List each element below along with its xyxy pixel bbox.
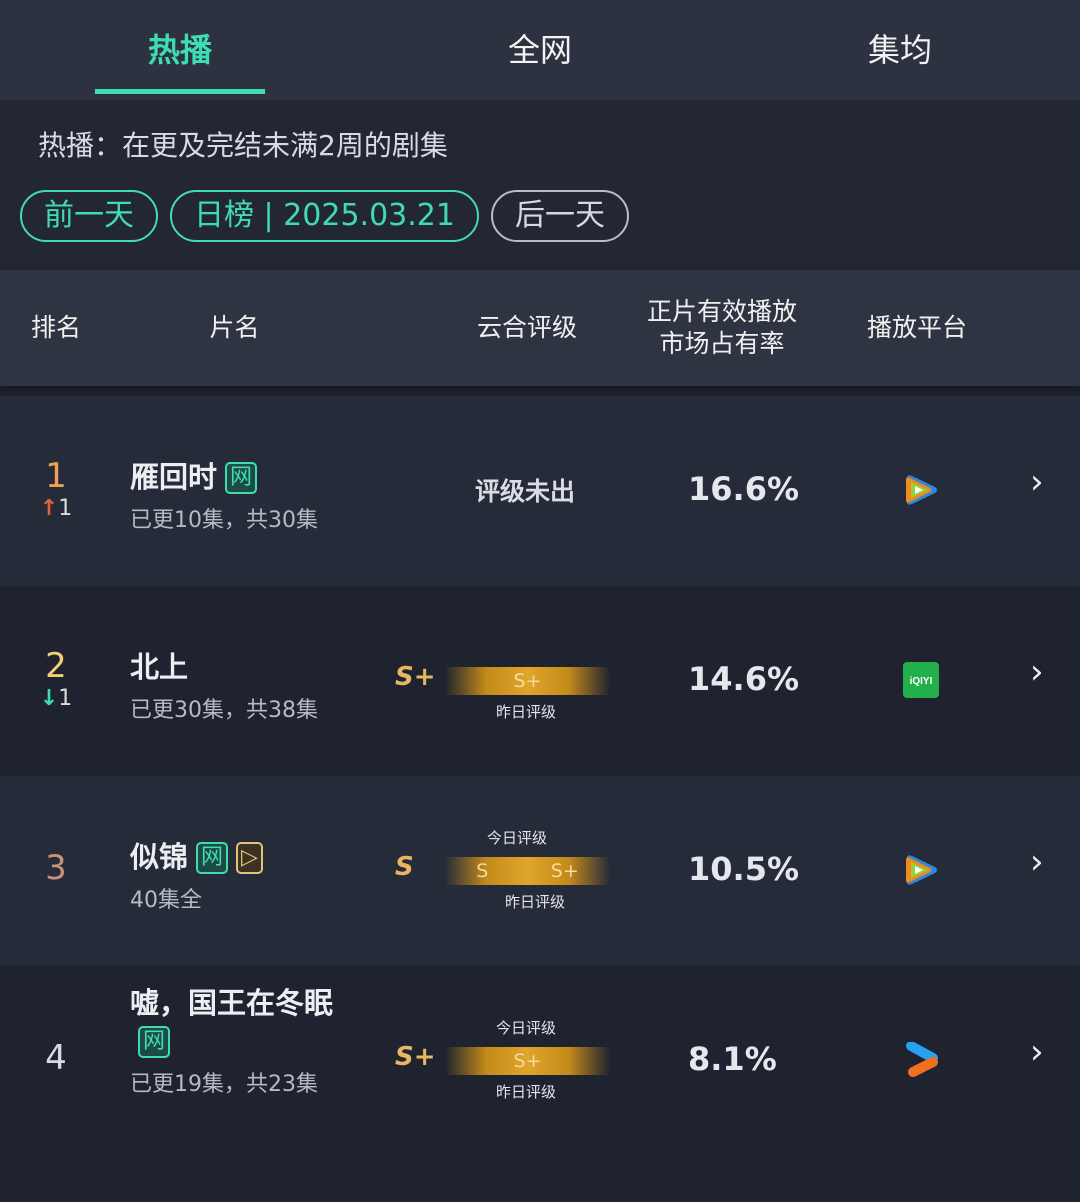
- tab-all-network[interactable]: 全网: [360, 0, 720, 100]
- chevron-right-icon[interactable]: ›: [1030, 1032, 1044, 1072]
- rating-bar-label: S: [476, 860, 489, 882]
- chevron-right-icon[interactable]: ›: [1030, 842, 1044, 882]
- rating-bar-area: S S+ 今日评级 昨日评级: [395, 821, 655, 921]
- today-rating-label: 今日评级: [486, 829, 547, 847]
- col-rank: 排名: [30, 313, 81, 342]
- title-cell: 北上已更30集，共38集: [130, 648, 360, 724]
- table-row[interactable]: 1 ↑1 雁回时网已更10集，共30集 评级未出 16.6% ›: [0, 396, 1080, 586]
- rating-bar: S+: [445, 667, 610, 695]
- next-day-button[interactable]: 后一天: [490, 190, 629, 242]
- ranking-list: 1 ↑1 雁回时网已更10集，共30集 评级未出 16.6% › 2 ↓1 北上 已更30集，共3…: [0, 396, 1080, 1156]
- episode-info: 已更30集，共38集: [130, 698, 318, 723]
- title-cell: 雁回时网已更10集，共30集: [130, 458, 360, 534]
- rank-number: 3: [45, 848, 67, 888]
- table-row[interactable]: 3 似锦网 ▷ 40集全 S S S+ 今日评级昨日评级 10.5% ›: [0, 776, 1080, 966]
- chevron-right-icon[interactable]: ›: [1030, 462, 1044, 502]
- rating-bar-label: S+: [513, 1050, 542, 1072]
- rating-bar-area: S+ 今日评级昨日评级: [395, 1011, 655, 1111]
- title-cell: 嘘，国王在冬眠网已更19集，共23集: [130, 984, 360, 1098]
- arrow-up-icon: ↑: [39, 496, 59, 521]
- rank-number: 1: [45, 456, 67, 496]
- rating-bar: S S+: [445, 857, 610, 885]
- rating-bar-area: S+ 昨日评级: [395, 631, 655, 731]
- tencent-video-icon[interactable]: [903, 472, 939, 508]
- yesterday-rating-label: 昨日评级: [495, 1083, 556, 1101]
- chevron-right-icon[interactable]: ›: [1030, 652, 1044, 692]
- rank-cell: 4: [36, 1038, 76, 1078]
- col-market-share: 正片有效播放 市场占有率: [646, 297, 797, 358]
- iqiyi-icon[interactable]: iQIYI: [903, 662, 939, 698]
- tencent-video-icon[interactable]: [903, 852, 939, 888]
- drama-title[interactable]: 似锦网 ▷: [130, 838, 360, 876]
- subtitle: 热播：在更及完结未满2周的剧集: [38, 129, 448, 162]
- svg-text:iQIYI: iQIYI: [910, 676, 933, 687]
- market-share: 8.1%: [688, 1040, 777, 1078]
- prev-day-button[interactable]: 前一天: [20, 190, 158, 242]
- rating-pending: 评级未出: [475, 477, 576, 506]
- episode-info: 40集全: [130, 888, 202, 913]
- col-platform: 播放平台: [866, 313, 967, 342]
- rank-change-value: 1: [58, 686, 73, 711]
- rank-change: ↓1: [36, 686, 76, 711]
- market-share: 16.6%: [688, 470, 800, 508]
- yesterday-rating-label: 昨日评级: [495, 703, 556, 721]
- filter-area: 热播：在更及完结未满2周的剧集 前一天 日榜 | 2025.03.21 后一天: [0, 100, 1080, 270]
- rank-cell: 1 ↑1: [36, 456, 76, 521]
- network-badge: 网: [196, 842, 229, 874]
- col-title: 片名: [209, 313, 260, 342]
- vip-badge-icon: ▷: [236, 842, 263, 874]
- title-cell: 似锦网 ▷ 40集全: [130, 838, 360, 914]
- rating-bar-label: S+: [550, 860, 579, 882]
- rank-number: 4: [45, 1038, 67, 1078]
- tab-episode-avg[interactable]: 集均: [720, 0, 1080, 100]
- market-share: 10.5%: [688, 850, 800, 888]
- rank-cell: 2 ↓1: [36, 646, 76, 711]
- drama-title[interactable]: 雁回时网: [130, 458, 360, 496]
- date-selector[interactable]: 日榜 | 2025.03.21: [170, 190, 479, 242]
- rank-cell: 3: [36, 848, 76, 888]
- drama-title[interactable]: 北上: [130, 648, 360, 686]
- today-rating-label: 今日评级: [495, 1019, 556, 1037]
- episode-info: 已更19集，共23集: [130, 1072, 318, 1097]
- network-badge: 网: [225, 462, 258, 494]
- network-badge: 网: [138, 1026, 171, 1058]
- tab-bar: 热播 全网 集均: [0, 0, 1080, 100]
- table-header: 排名 片名 云合评级 正片有效播放 市场占有率 播放平台: [0, 270, 1080, 386]
- rating-bar-label: S+: [513, 670, 542, 692]
- rating-bar: S+: [445, 1047, 610, 1075]
- youku-icon[interactable]: [903, 1041, 939, 1078]
- rank-change: ↑1: [36, 496, 76, 521]
- rank-number: 2: [45, 646, 67, 686]
- arrow-down-icon: ↓: [39, 686, 59, 711]
- episode-info: 已更10集，共30集: [130, 508, 318, 533]
- table-row[interactable]: 2 ↓1 北上已更30集，共38集 S+ S+ 昨日评级 14.6% iQIYI ›: [0, 586, 1080, 776]
- yesterday-rating-label: 昨日评级: [504, 893, 565, 911]
- rank-change-value: 1: [58, 496, 73, 521]
- tab-hot[interactable]: 热播: [0, 0, 360, 100]
- market-share: 14.6%: [688, 660, 800, 698]
- table-row[interactable]: 4 嘘，国王在冬眠网已更19集，共23集 S+ S+ 今日评级昨日评级 8.1% ›: [0, 966, 1080, 1156]
- drama-title[interactable]: 嘘，国王在冬眠网: [130, 984, 360, 1060]
